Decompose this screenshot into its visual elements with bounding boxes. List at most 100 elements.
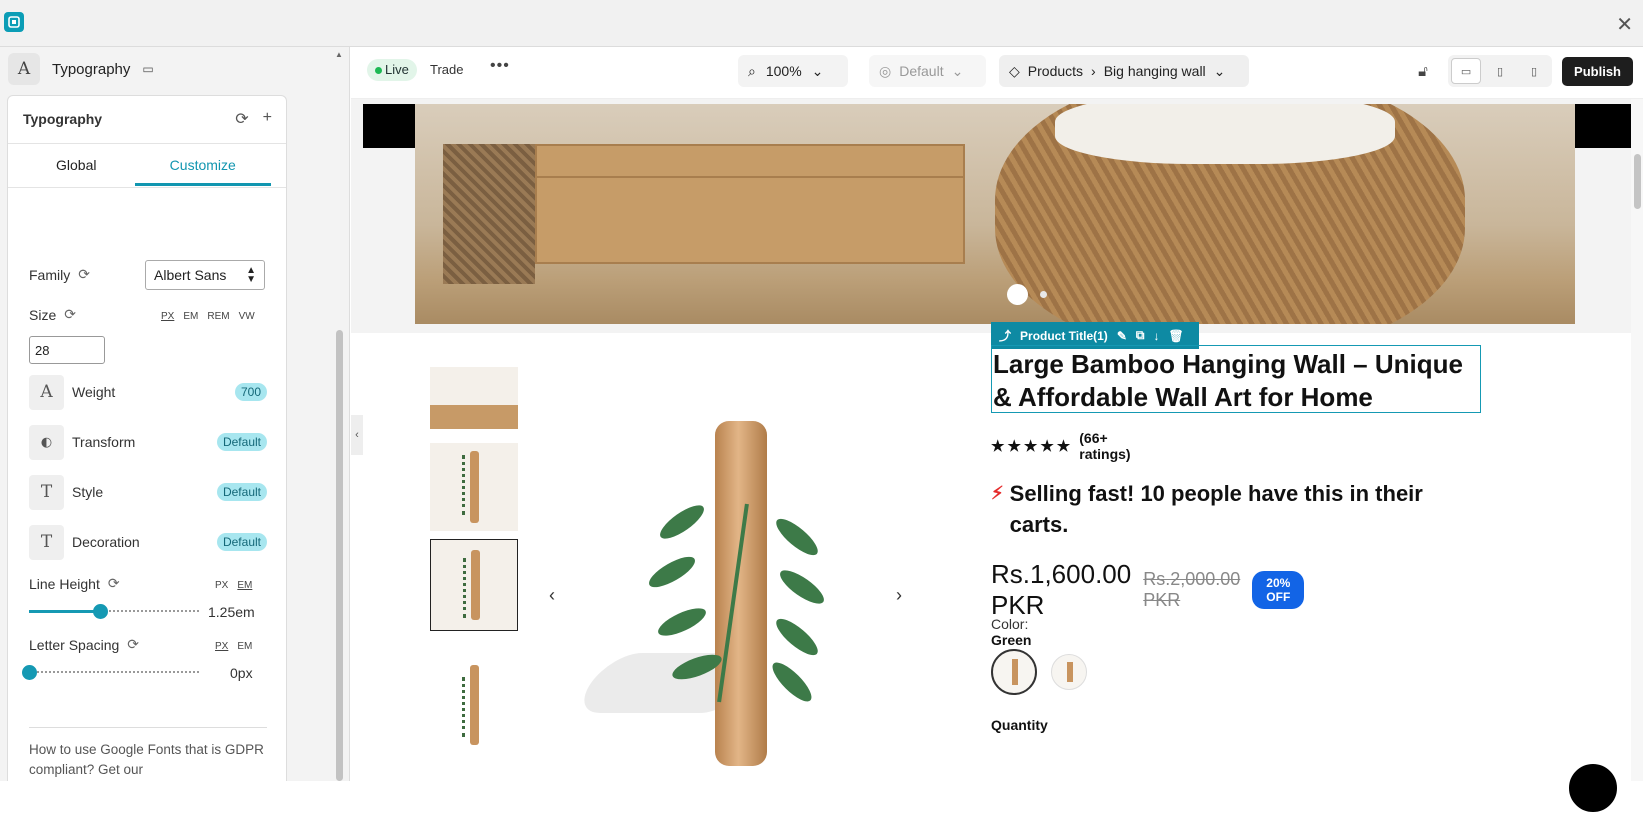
tab-bar: Global Customize xyxy=(8,144,286,186)
unit-em[interactable]: EM xyxy=(183,311,198,322)
zoom-control[interactable]: ⌕ 100% ⌄ xyxy=(738,55,848,87)
product-title-box[interactable]: Large Bamboo Hanging Wall – Unique & Aff… xyxy=(991,345,1481,413)
desktop-view-icon[interactable]: ▭ xyxy=(1451,58,1482,84)
publish-button[interactable]: Publish xyxy=(1562,56,1633,86)
letter-spacing-label: Letter Spacing xyxy=(29,636,120,653)
color-swatches xyxy=(991,649,1087,695)
add-icon[interactable]: + xyxy=(263,109,272,129)
help-text: How to use Google Fonts that is GDPR com… xyxy=(29,742,264,777)
locale-value: Default xyxy=(899,63,944,79)
editor-toolbar: Live Trade ••• ⌕ 100% ⌄ ◎ Default ⌄ ◇ Pr… xyxy=(351,47,1643,99)
weight-row[interactable]: A Weight 700 xyxy=(29,374,267,410)
duplicate-icon[interactable]: ⧉ xyxy=(1136,328,1145,343)
lock-icon[interactable]: 🔓︎ xyxy=(1408,56,1438,86)
top-bar: ✕ xyxy=(0,0,1643,47)
product-thumbnail[interactable] xyxy=(430,657,518,747)
trade-link[interactable]: Trade xyxy=(430,62,463,77)
crumb-page[interactable]: Big hanging wall xyxy=(1104,63,1206,79)
product-section: ‹ ‹ › ⤴ Product Title(1) ✎ ⧉ ↓ 🗑︎ Large … xyxy=(351,322,1631,781)
tablet-view-icon[interactable]: ▯ xyxy=(1485,58,1515,84)
line-height-slider[interactable] xyxy=(29,604,199,619)
carousel-pagination[interactable] xyxy=(1007,284,1047,305)
unit-rem[interactable]: REM xyxy=(207,311,229,322)
font-family-value: Albert Sans xyxy=(154,267,227,283)
select-parent-icon[interactable]: ⤴ xyxy=(999,327,1011,344)
carousel-dot-active[interactable] xyxy=(1007,284,1028,305)
weight-badge: 700 xyxy=(234,383,267,401)
chevron-down-icon: ⌄ xyxy=(951,62,964,79)
unit-em[interactable]: EM xyxy=(237,641,252,652)
letter-spacing-row: Letter Spacing ⟳ xyxy=(29,636,139,653)
zoom-value: 100% xyxy=(765,63,802,79)
unit-px[interactable]: PX xyxy=(215,580,228,591)
style-badge: Default xyxy=(216,483,267,501)
weight-icon: A xyxy=(29,374,64,410)
decoration-row[interactable]: T Decoration Default xyxy=(29,524,267,560)
product-main-image xyxy=(531,353,941,773)
crumb-products[interactable]: Products xyxy=(1028,63,1083,79)
letter-spacing-reset-icon[interactable]: ⟳ xyxy=(127,636,139,653)
line-height-reset-icon[interactable]: ⟳ xyxy=(108,575,120,592)
line-height-row: Line Height ⟳ xyxy=(29,575,120,592)
tab-global[interactable]: Global xyxy=(8,144,145,186)
size-row: Size ⟳ xyxy=(29,306,76,323)
select-caret-icon: ▲ ▼ xyxy=(246,265,256,285)
tab-customize[interactable]: Customize xyxy=(134,144,271,186)
locale-select[interactable]: ◎ Default ⌄ xyxy=(869,55,986,87)
delete-icon[interactable]: 🗑︎ xyxy=(1168,329,1183,343)
preview-scrollbar[interactable] xyxy=(1631,99,1643,781)
slider-handle[interactable] xyxy=(22,665,37,680)
font-family-select[interactable]: Albert Sans ▲ ▼ xyxy=(145,260,265,290)
product-thumbnail[interactable] xyxy=(430,443,518,531)
product-thumbnail[interactable] xyxy=(430,367,518,429)
mobile-view-icon[interactable]: ▯ xyxy=(1519,58,1549,84)
style-row[interactable]: T Style Default xyxy=(29,474,267,510)
reset-icon[interactable]: ⟳ xyxy=(235,109,248,129)
unit-vw[interactable]: VW xyxy=(239,311,255,322)
star-icons: ★★★★★ xyxy=(991,438,1074,455)
color-value: Green xyxy=(991,632,1032,648)
close-icon[interactable]: ✕ xyxy=(1616,12,1633,37)
search-icon: ⌕ xyxy=(748,62,756,79)
swatch-option[interactable] xyxy=(1051,654,1087,690)
sale-price: Rs.1,600.00 PKR xyxy=(991,559,1132,620)
collapse-panel-icon[interactable]: ‹ xyxy=(351,415,363,455)
line-height-label: Line Height xyxy=(29,575,100,592)
gdpr-help: How to use Google Fonts that is GDPR com… xyxy=(29,740,269,781)
chevron-down-icon: ⌄ xyxy=(811,62,824,79)
size-input[interactable]: 28 xyxy=(29,336,105,364)
lightning-icon: ⚡︎ xyxy=(991,483,1004,503)
size-reset-icon[interactable]: ⟳ xyxy=(64,306,76,323)
panel-scrollbar[interactable]: ▲ xyxy=(333,47,345,781)
line-height-value: 1.25em xyxy=(208,604,255,620)
scroll-up-icon[interactable]: ▲ xyxy=(335,50,343,59)
prev-image-arrow[interactable]: ‹ xyxy=(549,585,555,606)
color-label: Color: Green xyxy=(991,616,1031,648)
product-thumbnail-selected[interactable] xyxy=(430,539,518,631)
globe-icon: ◎ xyxy=(879,62,892,79)
typography-card: Typography ⟳ + Global Customize Family ⟳… xyxy=(7,95,287,781)
typography-icon: A xyxy=(8,53,40,85)
chat-widget-icon[interactable] xyxy=(1565,760,1621,816)
transform-badge: Default xyxy=(216,433,267,451)
edit-icon[interactable]: ✎ xyxy=(1117,329,1127,343)
size-label: Size xyxy=(29,306,57,323)
more-options-icon[interactable]: ••• xyxy=(490,57,510,75)
carousel-dot[interactable] xyxy=(1040,291,1047,298)
page-breadcrumb[interactable]: ◇ Products › Big hanging wall ⌄ xyxy=(999,55,1249,87)
next-image-arrow[interactable]: › xyxy=(896,585,902,606)
move-down-icon[interactable]: ↓ xyxy=(1153,329,1159,343)
page-preview: ‹ ‹ › ⤴ Product Title(1) ✎ ⧉ ↓ 🗑︎ Large … xyxy=(351,99,1631,781)
panel-header-label: Typography xyxy=(52,60,131,78)
hero-banner-image xyxy=(415,104,1575,324)
transform-row[interactable]: ◐ Transform Default xyxy=(29,424,267,460)
unit-em[interactable]: EM xyxy=(237,580,252,591)
quantity-label: Quantity xyxy=(991,717,1048,733)
slider-handle[interactable] xyxy=(93,604,109,619)
family-reset-icon[interactable]: ⟳ xyxy=(78,266,90,283)
unit-px[interactable]: PX xyxy=(215,641,228,652)
letter-spacing-slider[interactable] xyxy=(22,665,199,680)
discount-badge: 20% OFF xyxy=(1252,571,1305,609)
unit-px[interactable]: PX xyxy=(161,311,174,322)
swatch-green[interactable] xyxy=(991,649,1037,695)
